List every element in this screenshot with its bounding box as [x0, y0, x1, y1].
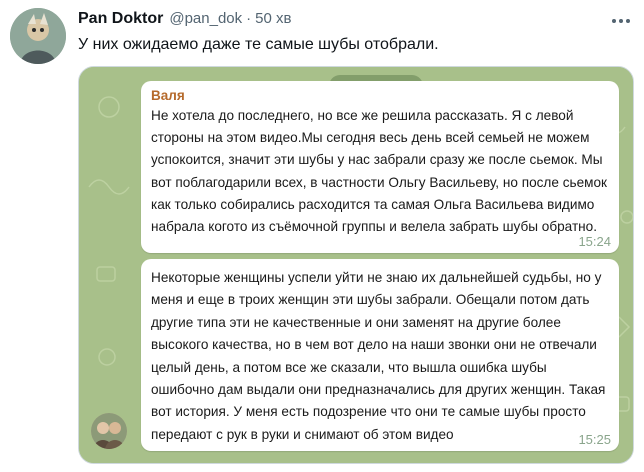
- tweet-text: У них ожидаемо даже те самые шубы отобра…: [78, 36, 439, 53]
- message-time: 15:25: [578, 432, 611, 447]
- tweet-timestamp[interactable]: 50 хв: [255, 10, 291, 27]
- user-handle[interactable]: @pan_dok: [169, 10, 242, 27]
- tweet-header: Pan Doktor @pan_dok · 50 хв: [78, 10, 291, 32]
- tweet-media-image[interactable]: 8 февраля Валя Не хотела до последнего, …: [78, 66, 634, 464]
- tweet-card: Pan Doktor @pan_dok · 50 хв У них ожидае…: [0, 0, 644, 472]
- separator-dot: ·: [246, 10, 252, 27]
- avatar-image: [10, 8, 66, 64]
- message-text: Некоторые женщины успели уйти не знаю их…: [151, 270, 606, 442]
- chat-sender-avatar: [91, 413, 127, 449]
- display-name[interactable]: Pan Doktor: [78, 10, 163, 28]
- user-avatar[interactable]: [10, 8, 66, 64]
- message-time: 15:24: [578, 234, 611, 249]
- chat-message-bubble: Валя Не хотела до последнего, но все же …: [141, 81, 619, 253]
- message-sender-name: Валя: [151, 88, 185, 103]
- more-horizontal-icon[interactable]: [610, 12, 632, 30]
- chat-message-bubble: Некоторые женщины успели уйти не знаю их…: [141, 259, 619, 451]
- message-text: Не хотела до последнего, но все же решил…: [151, 108, 607, 235]
- sender-avatar-image: [91, 413, 127, 449]
